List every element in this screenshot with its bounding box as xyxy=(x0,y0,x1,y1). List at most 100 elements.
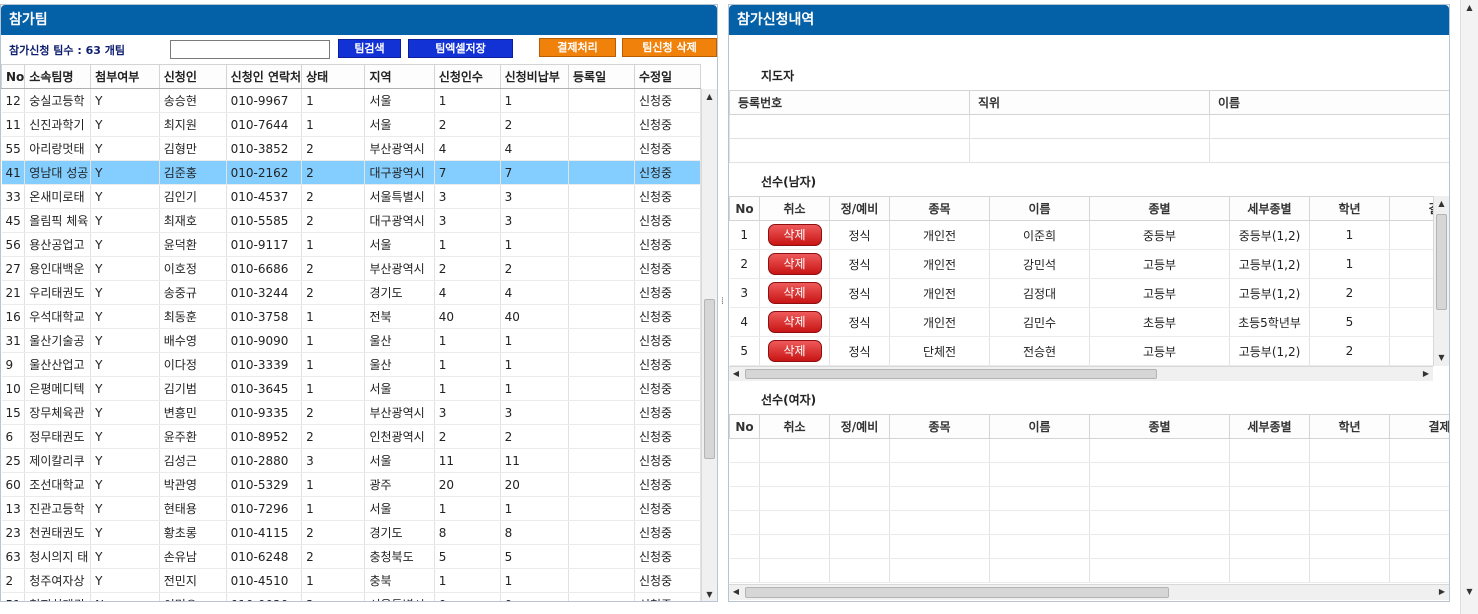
scroll-thumb[interactable] xyxy=(704,299,715,459)
scroll-down-icon[interactable]: ▼ xyxy=(1461,584,1478,600)
table-cell: Y xyxy=(90,568,160,593)
scroll-right-icon[interactable]: ▶ xyxy=(1435,585,1449,600)
table-row[interactable]: 15 장무체육관 Y 변흥민 010-9335 2 부산광역시 3 3 신청중 xyxy=(1,400,701,425)
column-header[interactable]: 등록일 xyxy=(567,64,635,89)
table-cell: 40 xyxy=(434,304,501,329)
scroll-thumb[interactable] xyxy=(745,587,1169,598)
male-grid-hscrollbar[interactable]: ◀ ▶ xyxy=(729,366,1433,381)
panel-splitter-handle[interactable]: ⁞ xyxy=(719,295,726,309)
table-row[interactable]: 45 올림픽 체육 Y 최재호 010-5585 2 대구광역시 3 3 신청중 xyxy=(1,208,701,233)
male-grid-vscrollbar[interactable]: ▲ ▼ xyxy=(1433,196,1449,366)
table-row[interactable]: 6 정무태권도 Y 윤주환 010-8952 2 인천광역시 2 2 신청중 xyxy=(1,424,701,449)
cancel-cell: 삭제 xyxy=(759,220,830,250)
table-row[interactable]: 12 숭실고등학 Y 송승현 010-9967 1 서울 1 1 신청중 xyxy=(1,88,701,113)
table-cell: 010-7296 xyxy=(226,496,303,521)
scroll-right-icon[interactable]: ▶ xyxy=(1419,367,1433,381)
table-cell: 조선대학교 xyxy=(24,472,92,497)
scroll-left-icon[interactable]: ◀ xyxy=(729,367,743,381)
female-grid-hscrollbar[interactable]: ◀ ▶ xyxy=(729,584,1449,600)
table-row[interactable]: 63 청시의지 태 Y 손유남 010-6248 2 충청북도 5 5 신청중 xyxy=(1,544,701,569)
team-delete-button[interactable]: 팀신청 삭제 xyxy=(622,38,717,57)
column-header[interactable]: 신청인 연락처 xyxy=(225,64,303,89)
table-cell: 56 xyxy=(1,232,26,257)
scroll-up-icon[interactable]: ▲ xyxy=(1461,0,1478,16)
table-cell: 현태용 xyxy=(159,496,227,521)
delete-player-button[interactable]: 삭제 xyxy=(767,253,822,275)
table-row[interactable]: 33 온새미로태 Y 김인기 010-4537 2 서울특별시 3 3 신청중 xyxy=(1,184,701,209)
table-cell: 개인전 xyxy=(889,249,990,279)
team-excel-save-button[interactable]: 팀엑셀저장 xyxy=(408,39,513,58)
table-cell: 서울 xyxy=(364,88,435,113)
table-cell: 010-9090 xyxy=(226,328,303,353)
table-cell: 4 xyxy=(434,136,501,161)
column-header[interactable]: 소속팀명 xyxy=(24,64,92,89)
table-row[interactable]: 11 신진과학기 Y 최지원 010-7644 1 서울 2 2 신청중 xyxy=(1,112,701,137)
team-search-button[interactable]: 팀검색 xyxy=(338,39,401,58)
table-row[interactable]: 13 진관고등학 Y 현태용 010-7296 1 서울 1 1 신청중 xyxy=(1,496,701,521)
table-row[interactable]: 51청지치태권N이명오010-00202서울특별시00신청중 xyxy=(1,592,701,601)
table-cell: 2 xyxy=(1309,336,1390,366)
table-cell xyxy=(1389,278,1433,308)
table-row[interactable]: 55 아리랑멋태 Y 김형만 010-3852 2 부산광역시 4 4 신청중 xyxy=(1,136,701,161)
payment-process-button[interactable]: 결제처리 xyxy=(539,38,616,57)
page-scrollbar[interactable]: ▲ ▼ xyxy=(1460,0,1478,614)
delete-player-button[interactable]: 삭제 xyxy=(767,311,822,333)
table-cell: Y xyxy=(90,304,160,329)
column-header[interactable]: 신청인수 xyxy=(433,64,501,89)
column-header: 종별 xyxy=(1089,196,1230,221)
table-cell: 0 xyxy=(500,592,569,601)
column-header[interactable]: 신청비납부 xyxy=(499,64,569,89)
delete-player-button[interactable]: 삭제 xyxy=(767,282,822,304)
table-row[interactable]: 56 용산공업고 Y 윤덕환 010-9117 1 서울 1 1 신청중 xyxy=(1,232,701,257)
delete-player-button[interactable]: 삭제 xyxy=(767,224,822,246)
table-cell: 2 xyxy=(500,424,569,449)
scroll-up-icon[interactable]: ▲ xyxy=(1434,196,1449,212)
table-cell: 서울 xyxy=(364,496,435,521)
column-header[interactable]: 신청인 xyxy=(158,64,227,89)
column-header[interactable]: 상태 xyxy=(301,64,366,89)
table-row[interactable]: 21 우리태권도 Y 송중규 010-3244 2 경기도 4 4 신청중 xyxy=(1,280,701,305)
table-cell: 3 xyxy=(500,400,569,425)
table-cell: 40 xyxy=(500,304,569,329)
table-cell: 3 xyxy=(434,208,501,233)
table-cell: 2 xyxy=(301,592,366,601)
table-cell: 010-3645 xyxy=(226,376,303,401)
delete-player-button[interactable]: 삭제 xyxy=(767,340,822,362)
team-panel-title: 참가팀 xyxy=(1,5,717,35)
table-cell: 정식 xyxy=(829,336,890,366)
scroll-up-icon[interactable]: ▲ xyxy=(702,89,717,105)
table-row[interactable]: 60 조선대학교 Y 박관영 010-5329 1 광주 20 20 신청중 xyxy=(1,472,701,497)
table-row[interactable]: 23 천권태권도 Y 황초롱 010-4115 2 경기도 8 8 신청중 xyxy=(1,520,701,545)
team-grid-scrollbar[interactable]: ▲ ▼ xyxy=(701,89,717,601)
table-cell: 31 xyxy=(1,328,26,353)
table-cell: 2 xyxy=(301,520,366,545)
scroll-left-icon[interactable]: ◀ xyxy=(729,585,743,600)
column-header[interactable]: No xyxy=(1,64,26,89)
column-header[interactable]: 수정일 xyxy=(633,64,701,89)
table-row[interactable]: 2 청주여자상 Y 전민지 010-4510 1 충북 1 1 신청중 xyxy=(1,568,701,593)
table-row[interactable]: 25 제이칼리쿠 Y 김성근 010-2880 3 서울 11 11 신청중 xyxy=(1,448,701,473)
table-row[interactable]: 27 용인대백운 Y 이호정 010-6686 2 부산광역시 2 2 신청중 xyxy=(1,256,701,281)
table-cell: 2 xyxy=(434,424,501,449)
table-cell: 1 xyxy=(434,352,501,377)
table-cell: 최지원 xyxy=(159,112,227,137)
column-header[interactable]: 첨부여부 xyxy=(90,64,160,89)
table-row[interactable]: 16 우석대학교 Y 최동훈 010-3758 1 전북 40 40 신청중 xyxy=(1,304,701,329)
scroll-down-icon[interactable]: ▼ xyxy=(1434,350,1449,366)
table-row[interactable]: 10 은평메디텍 Y 김기범 010-3645 1 서울 1 1 신청중 xyxy=(1,376,701,401)
table-row[interactable]: 9 울산산업고 Y 이다정 010-3339 1 울산 1 1 신청중 xyxy=(1,352,701,377)
table-cell: 김정대 xyxy=(989,278,1090,308)
scroll-down-icon[interactable]: ▼ xyxy=(702,587,717,601)
table-cell xyxy=(568,184,635,209)
table-cell: 정식 xyxy=(829,220,890,250)
table-cell: 23 xyxy=(1,520,26,545)
scroll-thumb[interactable] xyxy=(1436,214,1447,310)
table-cell: 고등부(1,2) xyxy=(1229,249,1310,279)
cancel-cell: 삭제 xyxy=(759,278,830,308)
team-search-input[interactable] xyxy=(170,40,330,59)
scroll-thumb[interactable] xyxy=(745,369,1157,379)
table-row[interactable]: 31 울산기술공 Y 배수영 010-9090 1 울산 1 1 신청중 xyxy=(1,328,701,353)
table-cell: 개인전 xyxy=(889,220,990,250)
column-header[interactable]: 지역 xyxy=(364,64,435,89)
table-row[interactable]: 41 영남대 성공 Y 김준홍 010-2162 2 대구광역시 7 7 신청중 xyxy=(1,160,701,185)
